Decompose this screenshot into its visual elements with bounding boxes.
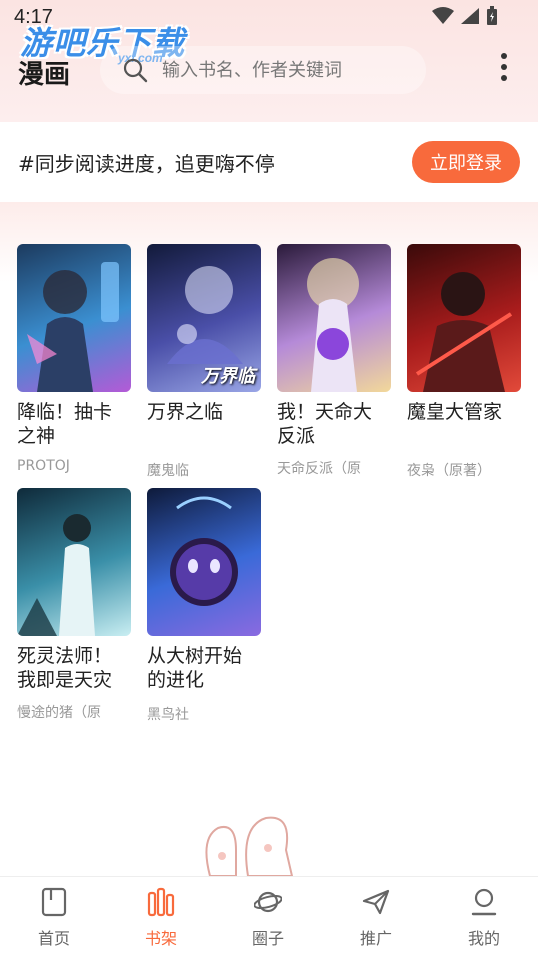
search-input[interactable]: [162, 56, 412, 84]
bookshelf-icon: [147, 887, 175, 917]
nav-label: 圈子: [251, 929, 284, 948]
cover-illustration: [170, 496, 238, 606]
book-title[interactable]: 死灵法师！ 我即是天灾: [17, 644, 133, 692]
book-title[interactable]: 从大树开始 的进化: [147, 644, 263, 692]
book-author: 魔鬼临: [147, 463, 189, 479]
status-icons: [432, 6, 498, 26]
book-title[interactable]: 万界之临: [147, 400, 263, 424]
book-title-line: 魔皇大管家: [407, 401, 503, 423]
cover-illustration: [415, 272, 513, 392]
book-icon: [41, 887, 67, 917]
book-title-line: 从大树开始: [147, 645, 243, 667]
book-title-line: 之神: [17, 425, 56, 447]
book-item[interactable]: 魔皇大管家: [407, 244, 523, 424]
book-cover[interactable]: [277, 244, 391, 392]
signal-icon: [461, 8, 479, 24]
dot-icon: [501, 75, 507, 81]
page-title: 漫画: [18, 60, 71, 90]
bunny-decoration: [205, 816, 294, 876]
dot-icon: [501, 64, 507, 70]
bottom-navigation: 首页 书架 圈子 推广 我的: [0, 876, 538, 956]
dot-icon: [501, 53, 507, 59]
person-icon: [471, 888, 497, 916]
book-cover[interactable]: [17, 244, 131, 392]
nav-item-circle[interactable]: 圈子: [214, 877, 322, 956]
book-item[interactable]: 从大树开始 的进化: [147, 488, 263, 692]
search-icon: [123, 58, 148, 83]
book-item[interactable]: 降临！抽卡 之神: [17, 244, 133, 448]
cover-illustration: [17, 514, 95, 636]
book-cover[interactable]: [407, 244, 521, 392]
book-item[interactable]: 我！天命大 反派: [277, 244, 393, 448]
nav-item-promote[interactable]: 推广: [322, 877, 430, 956]
book-title-line: 万界之临: [147, 401, 224, 423]
nav-item-bookshelf[interactable]: 书架: [107, 877, 215, 956]
wifi-icon: [432, 7, 454, 24]
nav-label: 我的: [467, 929, 500, 948]
book-cover[interactable]: [17, 488, 131, 636]
cover-illustration: [27, 262, 119, 392]
login-button[interactable]: 立即登录: [412, 141, 520, 183]
book-title[interactable]: 降临！抽卡 之神: [17, 400, 133, 448]
cover-illustration: [307, 258, 359, 392]
book-title-line: 反派: [277, 425, 316, 447]
battery-icon: [487, 6, 497, 25]
book-title-line: 死灵法师！: [17, 645, 113, 667]
book-author: 夜枭（原著）: [407, 463, 491, 479]
book-title-line: 的进化: [147, 669, 205, 691]
cover-tag: 万界临: [201, 366, 255, 387]
search-bar[interactable]: [100, 46, 426, 94]
nav-item-mine[interactable]: 我的: [430, 877, 538, 956]
book-cover[interactable]: 万界临: [147, 244, 261, 392]
book-item[interactable]: 死灵法师！ 我即是天灾: [17, 488, 133, 692]
nav-label: 推广: [359, 929, 392, 948]
book-item[interactable]: 万界临 万界之临: [147, 244, 263, 424]
book-title-line: 我即是天灾: [17, 669, 113, 691]
book-title-line: 降临！抽卡: [17, 401, 113, 423]
nav-item-home[interactable]: 首页: [0, 877, 108, 956]
paper-plane-icon: [362, 889, 390, 915]
book-title-line: 我！天命大: [277, 401, 373, 423]
planet-icon: [254, 891, 282, 913]
book-author: 黑鸟社: [147, 707, 189, 723]
book-title[interactable]: 魔皇大管家: [407, 400, 523, 424]
book-author: 天命反派（原: [277, 461, 361, 477]
nav-label: 首页: [37, 929, 70, 948]
nav-label: 书架: [144, 929, 177, 948]
book-author: 慢途的猪（原: [17, 705, 101, 721]
book-author: PROTOJ: [17, 458, 70, 474]
book-cover[interactable]: [147, 488, 261, 636]
more-options-button[interactable]: [494, 50, 514, 90]
sync-banner-text: #同步阅读进度，追更嗨不停: [18, 152, 275, 176]
book-title[interactable]: 我！天命大 反派: [277, 400, 393, 448]
